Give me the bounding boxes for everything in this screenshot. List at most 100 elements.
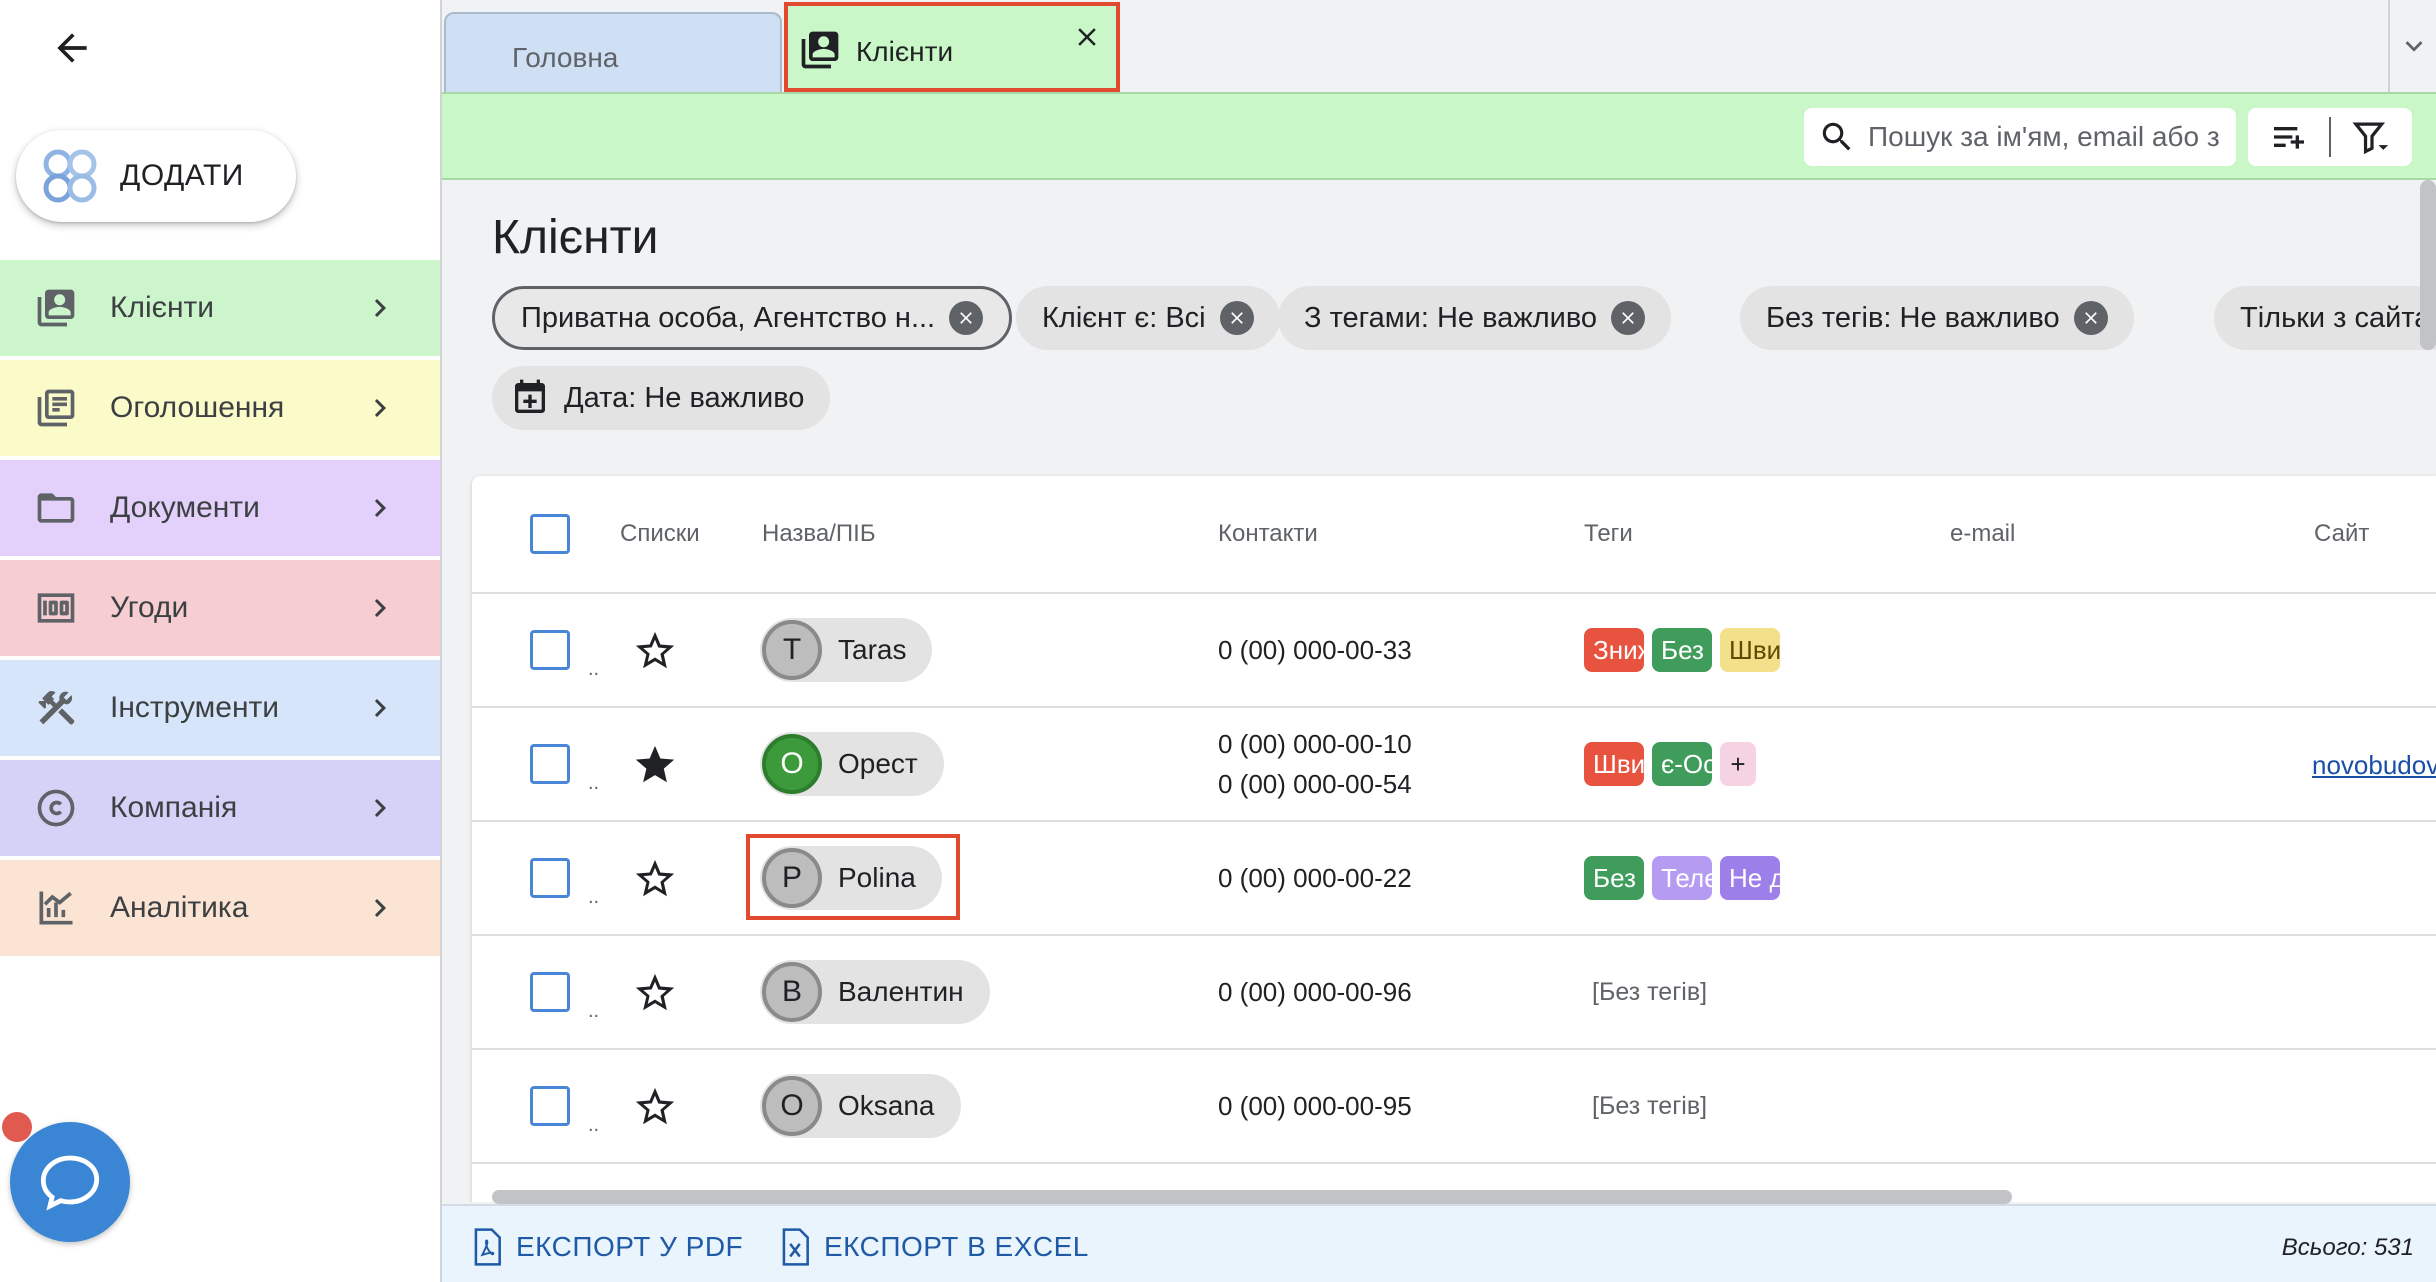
column-name[interactable]: Назва/ПІБ [762,520,876,548]
table-row[interactable]: .. P Polina 0 (00) 000-00-22 Без Теле Не… [472,822,2436,936]
filter-chip-sites-only[interactable]: Тільки з сайтами [2214,286,2436,350]
row-lists-ellipsis: .. [588,772,600,794]
phone-number: 0 (00) 000-00-54 [1218,769,1412,799]
tag-badge[interactable]: Не д [1720,856,1780,900]
tabs-dropdown[interactable] [2388,0,2436,92]
content: Клієнти Приватна особа, Агентство н... К… [442,180,2436,1202]
filter-funnel-icon [2351,122,2388,155]
tab-bar: Головна Клієнти [442,0,2436,92]
filter-chip-without-tags[interactable]: Без тегів: Не важливо [1740,286,2134,350]
table-row[interactable]: .. T Taras 0 (00) 000-00-33 Зниж Без Шви [472,594,2436,708]
tags-cell: Шви є-Ос + [1584,742,1764,786]
sort-filter-button[interactable] [2248,108,2329,166]
client-name-chip[interactable]: В Валентин [760,960,990,1024]
total-count: Всього: 531 [2281,1234,2414,1261]
table-row[interactable]: .. O Oksana 0 (00) 000-00-95 [Без тегів] [472,1050,2436,1164]
pdf-file-icon [474,1228,501,1266]
page-title: Клієнти [492,211,659,264]
sidebar-item-analytics[interactable]: Аналітика [0,860,440,956]
footer: ЕКСПОРТ У PDF ЕКСПОРТ В EXCEL Всього: 53… [442,1204,2436,1282]
client-name: Taras [838,634,907,665]
money-icon [30,582,82,634]
row-checkbox[interactable] [530,744,570,784]
star-outline-icon[interactable] [632,970,678,1016]
site-link[interactable]: novobudova [2312,750,2436,781]
client-name-chip[interactable]: T Taras [760,618,933,682]
tab-clients-label: Клієнти [856,36,954,67]
search-input[interactable] [1866,120,2226,154]
tab-clients[interactable]: Клієнти [784,2,1120,92]
phone-number: 0 (00) 000-00-10 [1218,729,1412,759]
sidebar-item-label: Оголошення [110,391,285,424]
filter-menu-button[interactable] [2331,108,2412,166]
tag-badge[interactable]: Без [1652,628,1712,672]
contacts-cell: 0 (00) 000-00-33 [1218,630,1412,670]
tag-badge[interactable]: Шви [1584,742,1644,786]
export-pdf-button[interactable]: ЕКСПОРТ У PDF [470,1228,743,1266]
star-filled-icon[interactable] [632,742,678,788]
sidebar-item-documents[interactable]: Документи [0,460,440,556]
table-row[interactable]: .. В Валентин 0 (00) 000-00-96 [Без тегі… [472,936,2436,1050]
tab-home[interactable]: Головна [444,12,782,92]
sidebar-item-tools[interactable]: Інструменти [0,660,440,756]
star-outline-icon[interactable] [632,628,678,674]
client-name-chip[interactable]: О Орест [760,732,944,796]
star-outline-icon[interactable] [632,856,678,902]
analytics-icon [30,882,82,934]
filter-chip-client[interactable]: Клієнт є: Всі [1016,286,1280,350]
tools-icon [30,682,82,734]
contacts-cell: 0 (00) 000-00-10 0 (00) 000-00-54 [1218,724,1412,804]
column-email[interactable]: e-mail [1950,520,2015,548]
main-area: Головна Клієнти Клієнти [440,0,2436,1282]
clients-table: Списки Назва/ПІБ Контакти Теги e-mail Са… [472,476,2436,1202]
star-outline-icon[interactable] [632,1084,678,1130]
folder-icon [30,482,82,534]
client-name: Oksana [838,1090,935,1121]
tag-badge[interactable]: Теле [1652,856,1712,900]
select-all-checkbox[interactable] [530,514,570,554]
horizontal-scrollbar[interactable] [492,1190,2012,1204]
sidebar-item-label: Документи [110,491,260,524]
client-name-chip[interactable]: O Oksana [760,1074,961,1138]
filter-chip-date[interactable]: Дата: Не важливо [492,366,831,430]
filter-chip-type[interactable]: Приватна особа, Агентство н... [492,286,1013,350]
calendar-plus-icon [510,378,550,418]
column-site[interactable]: Сайт [2314,520,2369,548]
remove-filter-icon[interactable] [1219,301,1254,335]
add-button[interactable]: ДОДАТИ [16,130,296,222]
tag-badge[interactable]: Зниж [1584,628,1644,672]
export-excel-button[interactable]: ЕКСПОРТ В EXCEL [778,1228,1089,1266]
tag-badge[interactable]: є-Ос [1652,742,1712,786]
row-checkbox[interactable] [530,858,570,898]
row-checkbox[interactable] [530,630,570,670]
contacts-cell: 0 (00) 000-00-22 [1218,858,1412,898]
chat-button[interactable] [10,1122,130,1242]
remove-filter-icon[interactable] [1611,301,1646,335]
column-tags[interactable]: Теги [1584,520,1633,548]
sidebar-item-clients[interactable]: Клієнти [0,260,440,356]
more-tags-badge[interactable]: + [1720,742,1756,786]
column-contacts[interactable]: Контакти [1218,520,1318,548]
row-lists-ellipsis: .. [588,1000,600,1022]
tag-badge[interactable]: Шви [1720,628,1780,672]
back-button[interactable] [42,18,102,78]
tag-badge[interactable]: Без [1584,856,1644,900]
chevron-down-icon [2405,41,2423,52]
row-checkbox[interactable] [530,1086,570,1126]
sidebar-item-listings[interactable]: Оголошення [0,360,440,456]
filter-chip-with-tags[interactable]: З тегами: Не важливо [1278,286,1672,350]
remove-filter-icon[interactable] [2073,301,2108,335]
remove-filter-icon[interactable] [949,301,984,335]
column-lists[interactable]: Списки [620,520,700,548]
avatar: В [762,962,822,1022]
sidebar-nav: Клієнти Оголошення Документи Угоди Інстр… [0,260,440,960]
close-icon[interactable] [1072,22,1102,52]
contacts-cell: 0 (00) 000-00-96 [1218,972,1412,1012]
no-tags-text: [Без тегів] [1592,978,1708,1006]
vertical-scrollbar[interactable] [2420,180,2436,350]
export-pdf-label: ЕКСПОРТ У PDF [516,1231,744,1262]
table-row[interactable]: .. О Орест 0 (00) 000-00-10 0 (00) 000-0… [472,708,2436,822]
sidebar-item-deals[interactable]: Угоди [0,560,440,656]
row-checkbox[interactable] [530,972,570,1012]
sidebar-item-company[interactable]: Компанія [0,760,440,856]
